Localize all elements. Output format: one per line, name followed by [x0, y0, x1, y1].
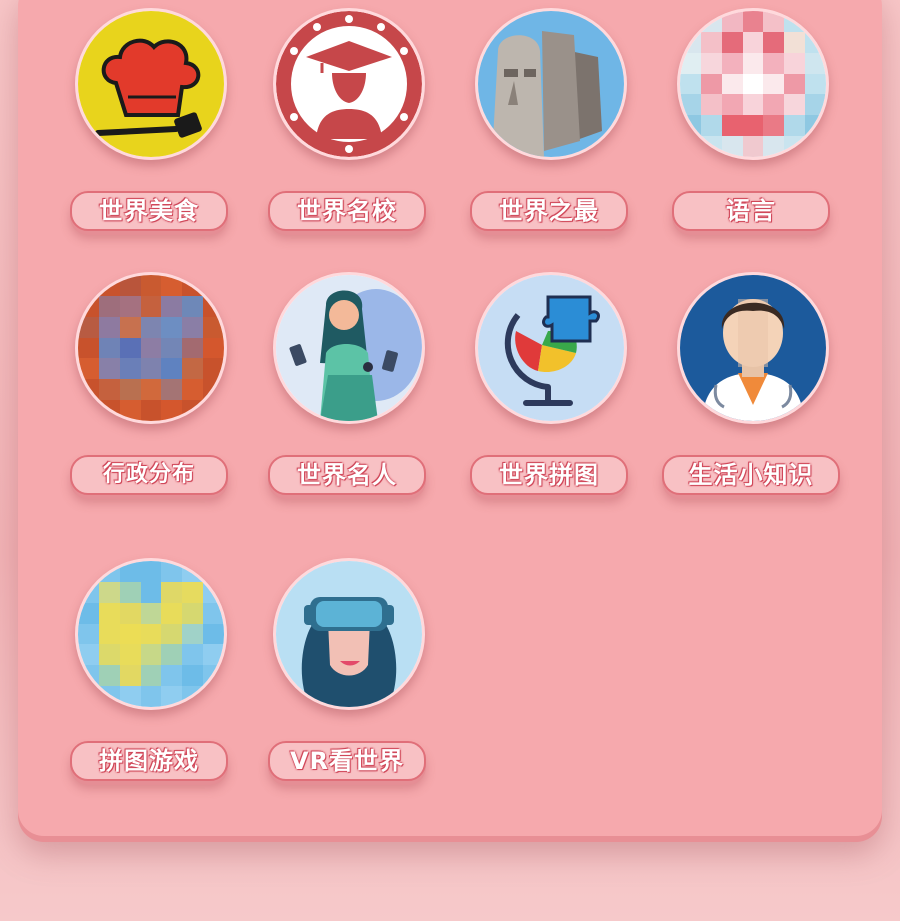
- moai-statue-icon: [475, 8, 627, 160]
- menu-item-label: 生活小知识: [662, 455, 840, 495]
- famous-person-icon: [273, 272, 425, 424]
- menu-item-life-tips[interactable]: 生活小知识: [662, 272, 840, 502]
- menu-item-puzzle-game[interactable]: 拼图游戏: [70, 558, 230, 788]
- menu-item-world-puzzle[interactable]: 世界拼图: [470, 272, 630, 502]
- graduate-icon: [273, 8, 425, 160]
- menu-item-label: 世界美食: [70, 191, 228, 231]
- menu-item-label: 行政分布: [70, 455, 228, 495]
- globe-puzzle-icon: [475, 272, 627, 424]
- puzzle-game-icon: [75, 558, 227, 710]
- menu-item-label: 世界名校: [268, 191, 426, 231]
- menu-item-label: 世界之最: [470, 191, 628, 231]
- menu-item-universities[interactable]: 世界名校: [268, 8, 428, 238]
- chef-hat-icon: [75, 8, 227, 160]
- menu-item-administrative-divisions[interactable]: 行政分布: [70, 272, 230, 502]
- menu-item-vr-world[interactable]: VR看世界: [268, 558, 428, 788]
- menu-item-famous-people[interactable]: 世界名人: [268, 272, 428, 502]
- menu-item-label: 拼图游戏: [70, 741, 228, 781]
- map-icon: [75, 272, 227, 424]
- menu-item-language[interactable]: 语言: [672, 8, 832, 238]
- menu-panel: 世界美食 世界名校 世界之最 语言 行政分布 世界名人 世界拼图 生活小知识 拼…: [18, 0, 882, 836]
- menu-item-world-records[interactable]: 世界之最: [470, 8, 630, 238]
- menu-item-label: VR看世界: [268, 741, 426, 781]
- menu-item-label: 世界拼图: [470, 455, 628, 495]
- vr-headset-icon: [273, 558, 425, 710]
- menu-item-food[interactable]: 世界美食: [70, 8, 230, 238]
- language-icon: [677, 8, 829, 160]
- menu-item-label: 世界名人: [268, 455, 426, 495]
- menu-item-label: 语言: [672, 191, 830, 231]
- doctor-icon: [677, 272, 829, 424]
